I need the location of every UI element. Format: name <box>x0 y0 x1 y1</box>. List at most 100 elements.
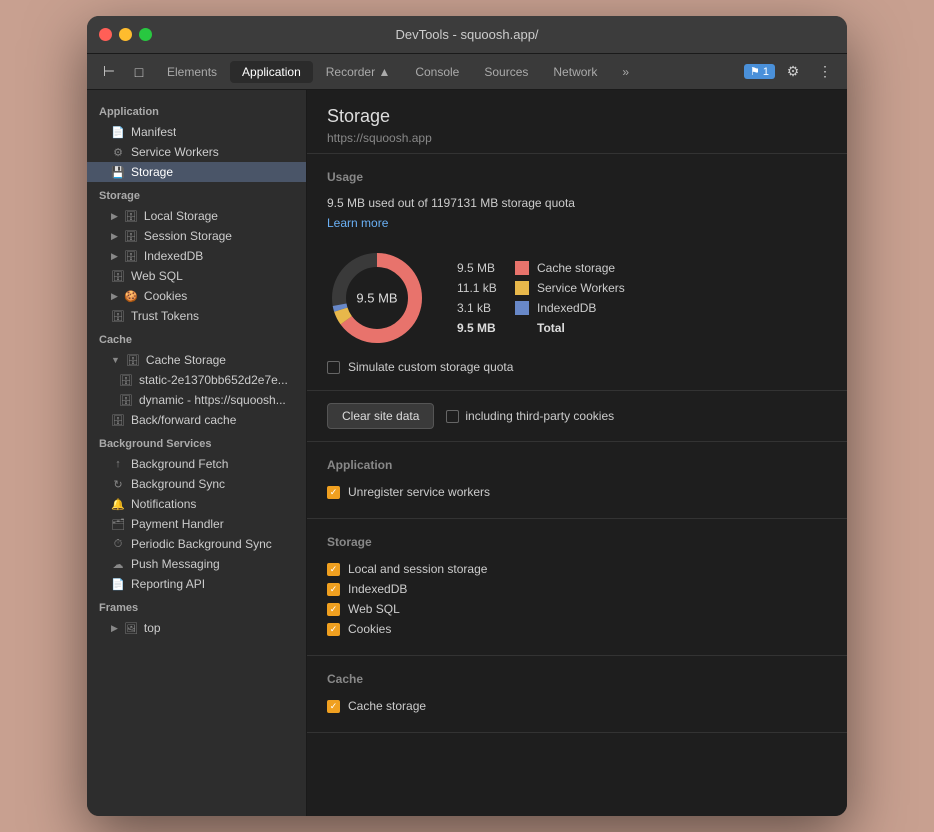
tab-sources[interactable]: Sources <box>472 61 540 83</box>
tab-network[interactable]: Network <box>541 61 609 83</box>
clear-section: Clear site data including third-party co… <box>307 391 847 442</box>
websql-icon: 🗄 <box>111 269 125 283</box>
badge[interactable]: ⚑ 1 <box>744 64 775 79</box>
usage-description: 9.5 MB used out of 1197131 MB storage qu… <box>327 196 827 210</box>
sidebar-item-trust-tokens[interactable]: 🗄 Trust Tokens <box>87 306 306 326</box>
page-title: Storage <box>327 106 827 127</box>
simulate-label: Simulate custom storage quota <box>348 360 513 374</box>
sidebar-label-bg-sync: Background Sync <box>131 477 225 491</box>
cache-storage-label: Cache storage <box>348 699 426 713</box>
sidebar-item-periodic-bg-sync[interactable]: ⏱ Periodic Background Sync <box>87 534 306 554</box>
sidebar-item-cache-storage[interactable]: ▼ 🗄 Cache Storage <box>87 350 306 370</box>
more-icon[interactable]: ⋮ <box>811 58 839 86</box>
tab-application[interactable]: Application <box>230 61 313 83</box>
websql-checkbox[interactable] <box>327 603 340 616</box>
tab-console[interactable]: Console <box>403 61 471 83</box>
sidebar-item-push-messaging[interactable]: ☁ Push Messaging <box>87 554 306 574</box>
sidebar-item-storage[interactable]: 💾 Storage <box>87 162 306 182</box>
cache-dynamic-icon: 🗄 <box>119 393 133 407</box>
cookies-checkbox[interactable] <box>327 623 340 636</box>
tab-elements[interactable]: Elements <box>155 61 229 83</box>
sidebar-label-periodic-bg-sync: Periodic Background Sync <box>131 537 272 551</box>
close-button[interactable] <box>99 28 112 41</box>
tab-more[interactable]: » <box>610 61 641 83</box>
sidebar-item-bg-sync[interactable]: ↻ Background Sync <box>87 474 306 494</box>
sidebar-item-manifest[interactable]: 📄 Manifest <box>87 122 306 142</box>
sidebar-label-payment-handler: Payment Handler <box>131 517 224 531</box>
sidebar-item-back-forward-cache[interactable]: 🗄 Back/forward cache <box>87 410 306 430</box>
frames-arrow-icon: ▶ <box>111 623 118 634</box>
legend-cache-name: Cache storage <box>537 261 615 275</box>
cache-storage-checkbox[interactable] <box>327 700 340 713</box>
sidebar-label-trust-tokens: Trust Tokens <box>131 309 199 323</box>
devtools-icon[interactable]: □ <box>125 58 153 86</box>
simulate-row: Simulate custom storage quota <box>327 360 827 374</box>
legend-cache-value: 9.5 MB <box>457 261 507 275</box>
minimize-button[interactable] <box>119 28 132 41</box>
cookies-label: Cookies <box>348 622 391 636</box>
learn-more-link[interactable]: Learn more <box>327 216 388 230</box>
payment-icon: 🗂 <box>111 517 125 531</box>
window-title: DevTools - squoosh.app/ <box>395 27 538 42</box>
indexeddb-checkbox[interactable] <box>327 583 340 596</box>
legend-total-name: Total <box>537 321 565 335</box>
arrow-icon: ▶ <box>111 291 118 302</box>
legend-item-total: 9.5 MB Total <box>457 321 625 335</box>
sidebar-item-service-workers[interactable]: ⚙ Service Workers <box>87 142 306 162</box>
legend-total-color <box>515 321 529 335</box>
unregister-sw-checkbox[interactable] <box>327 486 340 499</box>
sidebar-item-payment-handler[interactable]: 🗂 Payment Handler <box>87 514 306 534</box>
arrow-icon: ▶ <box>111 211 118 222</box>
usage-section: Usage 9.5 MB used out of 1197131 MB stor… <box>307 154 847 391</box>
simulate-checkbox[interactable] <box>327 361 340 374</box>
sidebar-item-cookies[interactable]: ▶ 🍪 Cookies <box>87 286 306 306</box>
sidebar-label-local-storage: Local Storage <box>144 209 218 223</box>
storage-subsection-title: Storage <box>327 535 827 549</box>
reporting-api-icon: 📄 <box>111 577 125 591</box>
local-storage-icon: 🗄 <box>124 209 138 223</box>
sidebar-label-manifest: Manifest <box>131 125 176 139</box>
websql-label: Web SQL <box>348 602 400 616</box>
sidebar-item-top-frame[interactable]: ▶ 🖼 top <box>87 618 306 638</box>
third-party-checkbox[interactable] <box>446 410 459 423</box>
sidebar-section-frames: Frames <box>87 594 306 618</box>
sidebar-item-bg-fetch[interactable]: ↑ Background Fetch <box>87 454 306 474</box>
sidebar-item-local-storage[interactable]: ▶ 🗄 Local Storage <box>87 206 306 226</box>
tab-recorder[interactable]: Recorder ▲ <box>314 61 403 83</box>
cursor-icon[interactable]: ⊢ <box>95 58 123 86</box>
sidebar-section-storage: Storage <box>87 182 306 206</box>
indexeddb-icon: 🗄 <box>124 249 138 263</box>
third-party-label: including third-party cookies <box>465 409 614 423</box>
main-layout: Application 📄 Manifest ⚙ Service Workers… <box>87 90 847 816</box>
sidebar-label-indexeddb: IndexedDB <box>144 249 203 263</box>
clear-site-data-button[interactable]: Clear site data <box>327 403 434 429</box>
usage-chart-area: 9.5 MB 9.5 MB Cache storage 11.1 kB Serv… <box>327 248 827 348</box>
settings-icon[interactable]: ⚙ <box>779 58 807 86</box>
cache-static-icon: 🗄 <box>119 373 133 387</box>
unregister-sw-label: Unregister service workers <box>348 485 490 499</box>
maximize-button[interactable] <box>139 28 152 41</box>
sidebar-item-indexeddb[interactable]: ▶ 🗄 IndexedDB <box>87 246 306 266</box>
sidebar-item-websql[interactable]: 🗄 Web SQL <box>87 266 306 286</box>
sidebar-label-cache-static: static-2e1370bb652d2e7e... <box>139 373 288 387</box>
sidebar-section-cache: Cache <box>87 326 306 350</box>
websql-item: Web SQL <box>327 599 827 619</box>
service-workers-icon: ⚙ <box>111 145 125 159</box>
sidebar-item-notifications[interactable]: 🔔 Notifications <box>87 494 306 514</box>
toolbar: ⊢ □ Elements Application Recorder ▲ Cons… <box>87 54 847 90</box>
local-session-storage-checkbox[interactable] <box>327 563 340 576</box>
sidebar-label-reporting-api: Reporting API <box>131 577 205 591</box>
sidebar-label-notifications: Notifications <box>131 497 196 511</box>
third-party-cookies-row: including third-party cookies <box>446 409 614 423</box>
sidebar-item-cache-static[interactable]: 🗄 static-2e1370bb652d2e7e... <box>87 370 306 390</box>
session-storage-icon: 🗄 <box>124 229 138 243</box>
sidebar-label-cache-storage: Cache Storage <box>146 353 226 367</box>
sidebar-item-cache-dynamic[interactable]: 🗄 dynamic - https://squoosh... <box>87 390 306 410</box>
indexeddb-label: IndexedDB <box>348 582 407 596</box>
sidebar-item-session-storage[interactable]: ▶ 🗄 Session Storage <box>87 226 306 246</box>
sidebar-item-reporting-api[interactable]: 📄 Reporting API <box>87 574 306 594</box>
legend-idb-value: 3.1 kB <box>457 301 507 315</box>
arrow-icon: ▶ <box>111 251 118 262</box>
toolbar-tabs: Elements Application Recorder ▲ Console … <box>155 61 742 83</box>
cache-storage-item: Cache storage <box>327 696 827 716</box>
